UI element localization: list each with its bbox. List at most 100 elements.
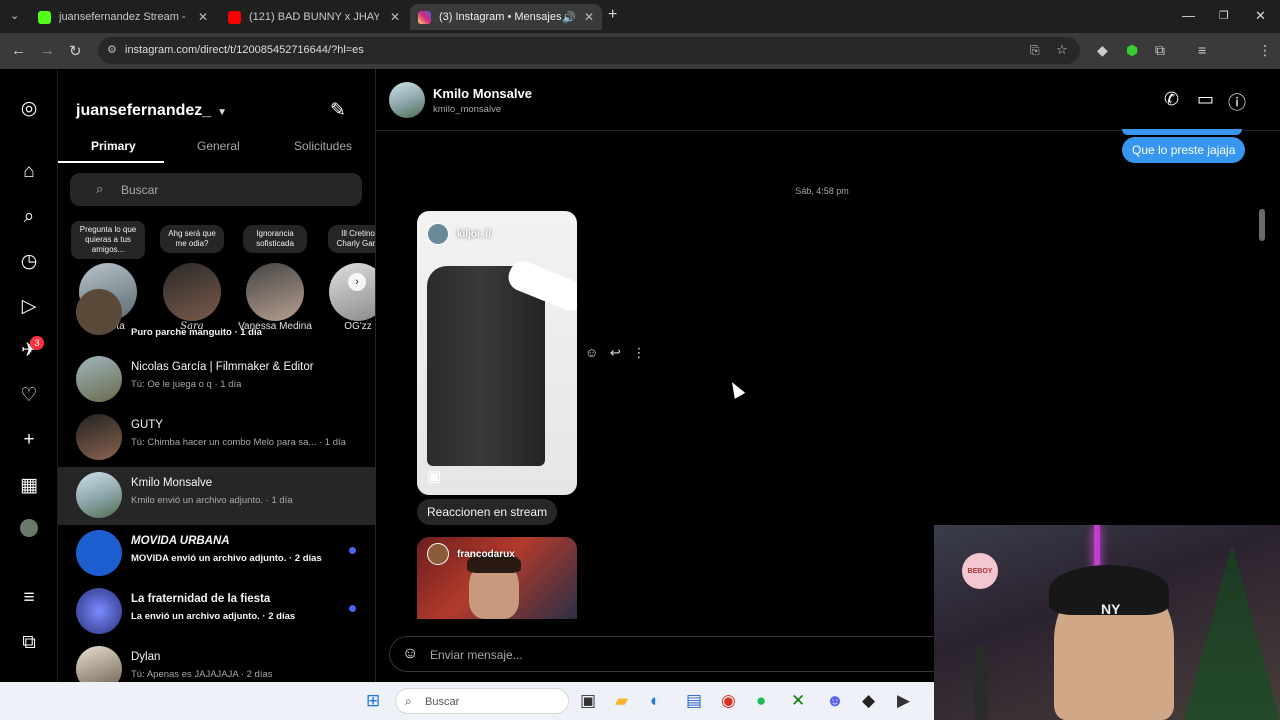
maximize-button[interactable]: ❐: [1219, 9, 1229, 22]
conversation-preview: Tú: Oe le juega o q · 1 día: [131, 379, 242, 390]
browser-tab-youtube[interactable]: (121) BAD BUNNY x JHAY CORT ✕: [220, 4, 408, 30]
new-message-icon[interactable]: ✎: [330, 99, 346, 122]
minimize-button[interactable]: —: [1182, 8, 1195, 23]
address-bar[interactable]: ⚙ instagram.com/direct/t/120085452716644…: [98, 37, 1080, 64]
incoming-message[interactable]: Reaccionen en stream: [417, 499, 558, 525]
contact-avatar[interactable]: [389, 82, 425, 118]
video-call-icon[interactable]: ▭: [1197, 89, 1214, 110]
media-control-icon[interactable]: ≡: [1198, 42, 1206, 58]
close-tab-icon[interactable]: ✕: [198, 10, 208, 24]
profile-avatar[interactable]: [20, 519, 38, 537]
apps-icon[interactable]: ⧉: [18, 632, 40, 654]
edge-icon[interactable]: ◐: [650, 691, 660, 711]
stream-logo: BEBOY: [962, 553, 998, 589]
app-icon[interactable]: ◆: [862, 691, 875, 711]
chat-scrollbar[interactable]: [1259, 209, 1265, 241]
close-window-button[interactable]: ✕: [1255, 8, 1266, 24]
spotify-icon[interactable]: ●: [756, 691, 766, 711]
active-tab-indicator: [58, 161, 164, 163]
create-icon[interactable]: +: [18, 429, 40, 451]
media-player-icon[interactable]: ▶: [897, 691, 910, 711]
extensions-puzzle-icon[interactable]: ⧉: [1155, 42, 1165, 59]
search-icon[interactable]: ⌕: [18, 206, 40, 228]
close-tab-icon[interactable]: ✕: [390, 10, 400, 24]
browser-tab-instagram[interactable]: (3) Instagram • Mensajes 🔊 ✕: [410, 4, 602, 30]
phone-call-icon[interactable]: ✆: [1164, 89, 1179, 110]
close-tab-icon[interactable]: ✕: [584, 10, 594, 24]
more-options-icon[interactable]: ⋮: [632, 345, 645, 360]
conversation-preview: La envió un archivo adjunto. · 2 días: [131, 611, 296, 622]
conversation-info-icon[interactable]: ⓘ: [1228, 89, 1246, 115]
avatar: [76, 588, 122, 634]
back-icon[interactable]: ←: [11, 42, 26, 59]
site-info-icon[interactable]: ⚙: [107, 43, 117, 56]
new-tab-button[interactable]: +: [608, 6, 617, 24]
message-timestamp: Sáb, 4:58 pm: [795, 186, 849, 196]
contact-name[interactable]: Kmilo Monsalve: [433, 86, 532, 101]
react-emoji-icon[interactable]: ☺: [585, 345, 598, 360]
home-icon[interactable]: ⌂: [18, 161, 40, 183]
avatar: [163, 263, 221, 321]
instagram-nav-rail: ◎ ⌂ ⌕ ◷ ▷ ✈ ♡ + ▦ ≡ ⧉: [0, 69, 58, 682]
youtube-favicon-icon: [228, 10, 241, 24]
notifications-heart-icon[interactable]: ♡: [18, 384, 40, 406]
conversation-item-selected[interactable]: Kmilo Monsalve Kmilo envió un archivo ad…: [58, 467, 375, 525]
windows-start-icon[interactable]: ⊞: [366, 691, 380, 711]
more-menu-icon[interactable]: ≡: [18, 587, 40, 609]
instagram-logo-icon[interactable]: ◎: [18, 97, 40, 119]
conversation-preview: MOVIDA envió un archivo adjunto. · 2 día…: [131, 553, 322, 564]
audio-playing-icon[interactable]: 🔊: [562, 11, 576, 24]
chrome-icon[interactable]: ◉: [721, 691, 736, 711]
inbox-panel: juansefernandez_ ▼ ✎ Primary General Soli…: [58, 69, 376, 682]
shared-reel[interactable]: francodarux: [417, 537, 577, 619]
extension-badge-icon[interactable]: ⬢: [1126, 42, 1138, 59]
search-icon: ⌕: [96, 181, 104, 196]
reload-icon[interactable]: ↻: [69, 42, 82, 60]
avatar: [76, 414, 122, 460]
composer-placeholder: Enviar mensaje...: [430, 648, 523, 662]
task-view-icon[interactable]: ▣: [580, 691, 596, 711]
tab-primary[interactable]: Primary: [91, 139, 136, 153]
url-text: instagram.com/direct/t/120085452716644/?…: [125, 44, 364, 56]
forward-icon[interactable]: →: [40, 42, 55, 59]
discord-icon[interactable]: ☻: [826, 691, 844, 711]
tab-general[interactable]: General: [197, 139, 240, 153]
conversation-item[interactable]: La fraternidad de la fiesta La envió un …: [58, 583, 375, 641]
file-explorer-icon[interactable]: ▰: [615, 691, 628, 711]
outgoing-message[interactable]: Que lo preste jajaja: [1122, 137, 1246, 163]
reels-icon[interactable]: ▷: [18, 295, 40, 317]
search-placeholder: Buscar: [121, 183, 159, 197]
browser-menu-icon[interactable]: ⋮: [1258, 42, 1272, 59]
browser-toolbar: ← → ↻ ⚙ instagram.com/direct/t/120085452…: [0, 33, 1280, 91]
note-bubble: Ill Cretino Charly Garc: [328, 225, 375, 253]
dashboard-icon[interactable]: ▦: [18, 474, 40, 496]
emoji-icon[interactable]: ☺: [402, 645, 418, 663]
store-icon[interactable]: ▤: [686, 691, 702, 711]
account-switcher[interactable]: juansefernandez_ ▼: [76, 102, 227, 120]
conversation-preview: Kmilo envió un archivo adjunto. · 1 día: [131, 495, 293, 506]
explore-icon[interactable]: ◷: [18, 250, 40, 272]
tab-search-icon[interactable]: ⌄: [10, 9, 19, 22]
reels-icon: ▣: [427, 468, 442, 485]
tab-title: (3) Instagram • Mensajes: [439, 11, 562, 23]
notes-next-icon[interactable]: ›: [348, 273, 366, 291]
conversation-item[interactable]: Nicolas García | Filmmaker & Editor Tú: …: [58, 351, 375, 409]
xbox-icon[interactable]: ✕: [791, 691, 805, 711]
conversation-item[interactable]: GUTY Tú: Chimba hacer un combo Melo para…: [58, 409, 375, 467]
conversation-name: MOVIDA URBANA: [131, 535, 230, 547]
conversation-item[interactable]: Puro parche manguito · 1 día: [58, 289, 375, 347]
account-name: juansefernandez_: [76, 102, 212, 119]
avatar: [76, 289, 122, 335]
conversation-item[interactable]: Dylan Tú: Apenas es JAJAJAJA · 2 días: [58, 641, 375, 682]
extension-diamond-icon[interactable]: ◆: [1097, 42, 1108, 59]
search-icon: ⌕: [405, 694, 412, 708]
install-app-icon[interactable]: ⎘: [1030, 43, 1040, 58]
tab-solicitudes[interactable]: Solicitudes: [294, 139, 352, 153]
bookmark-star-icon[interactable]: ☆: [1056, 42, 1068, 58]
reply-icon[interactable]: ↩: [610, 345, 621, 360]
conversation-item[interactable]: MOVIDA URBANA MOVIDA envió un archivo ad…: [58, 525, 375, 583]
browser-tab-kick[interactable]: juansefernandez Stream - Watc ✕: [30, 4, 216, 30]
shared-reel[interactable]: kiljoi_ll ▣: [417, 211, 577, 495]
taskbar-search[interactable]: ⌕ Buscar: [395, 688, 569, 714]
inbox-search[interactable]: ⌕ Buscar: [70, 173, 362, 206]
